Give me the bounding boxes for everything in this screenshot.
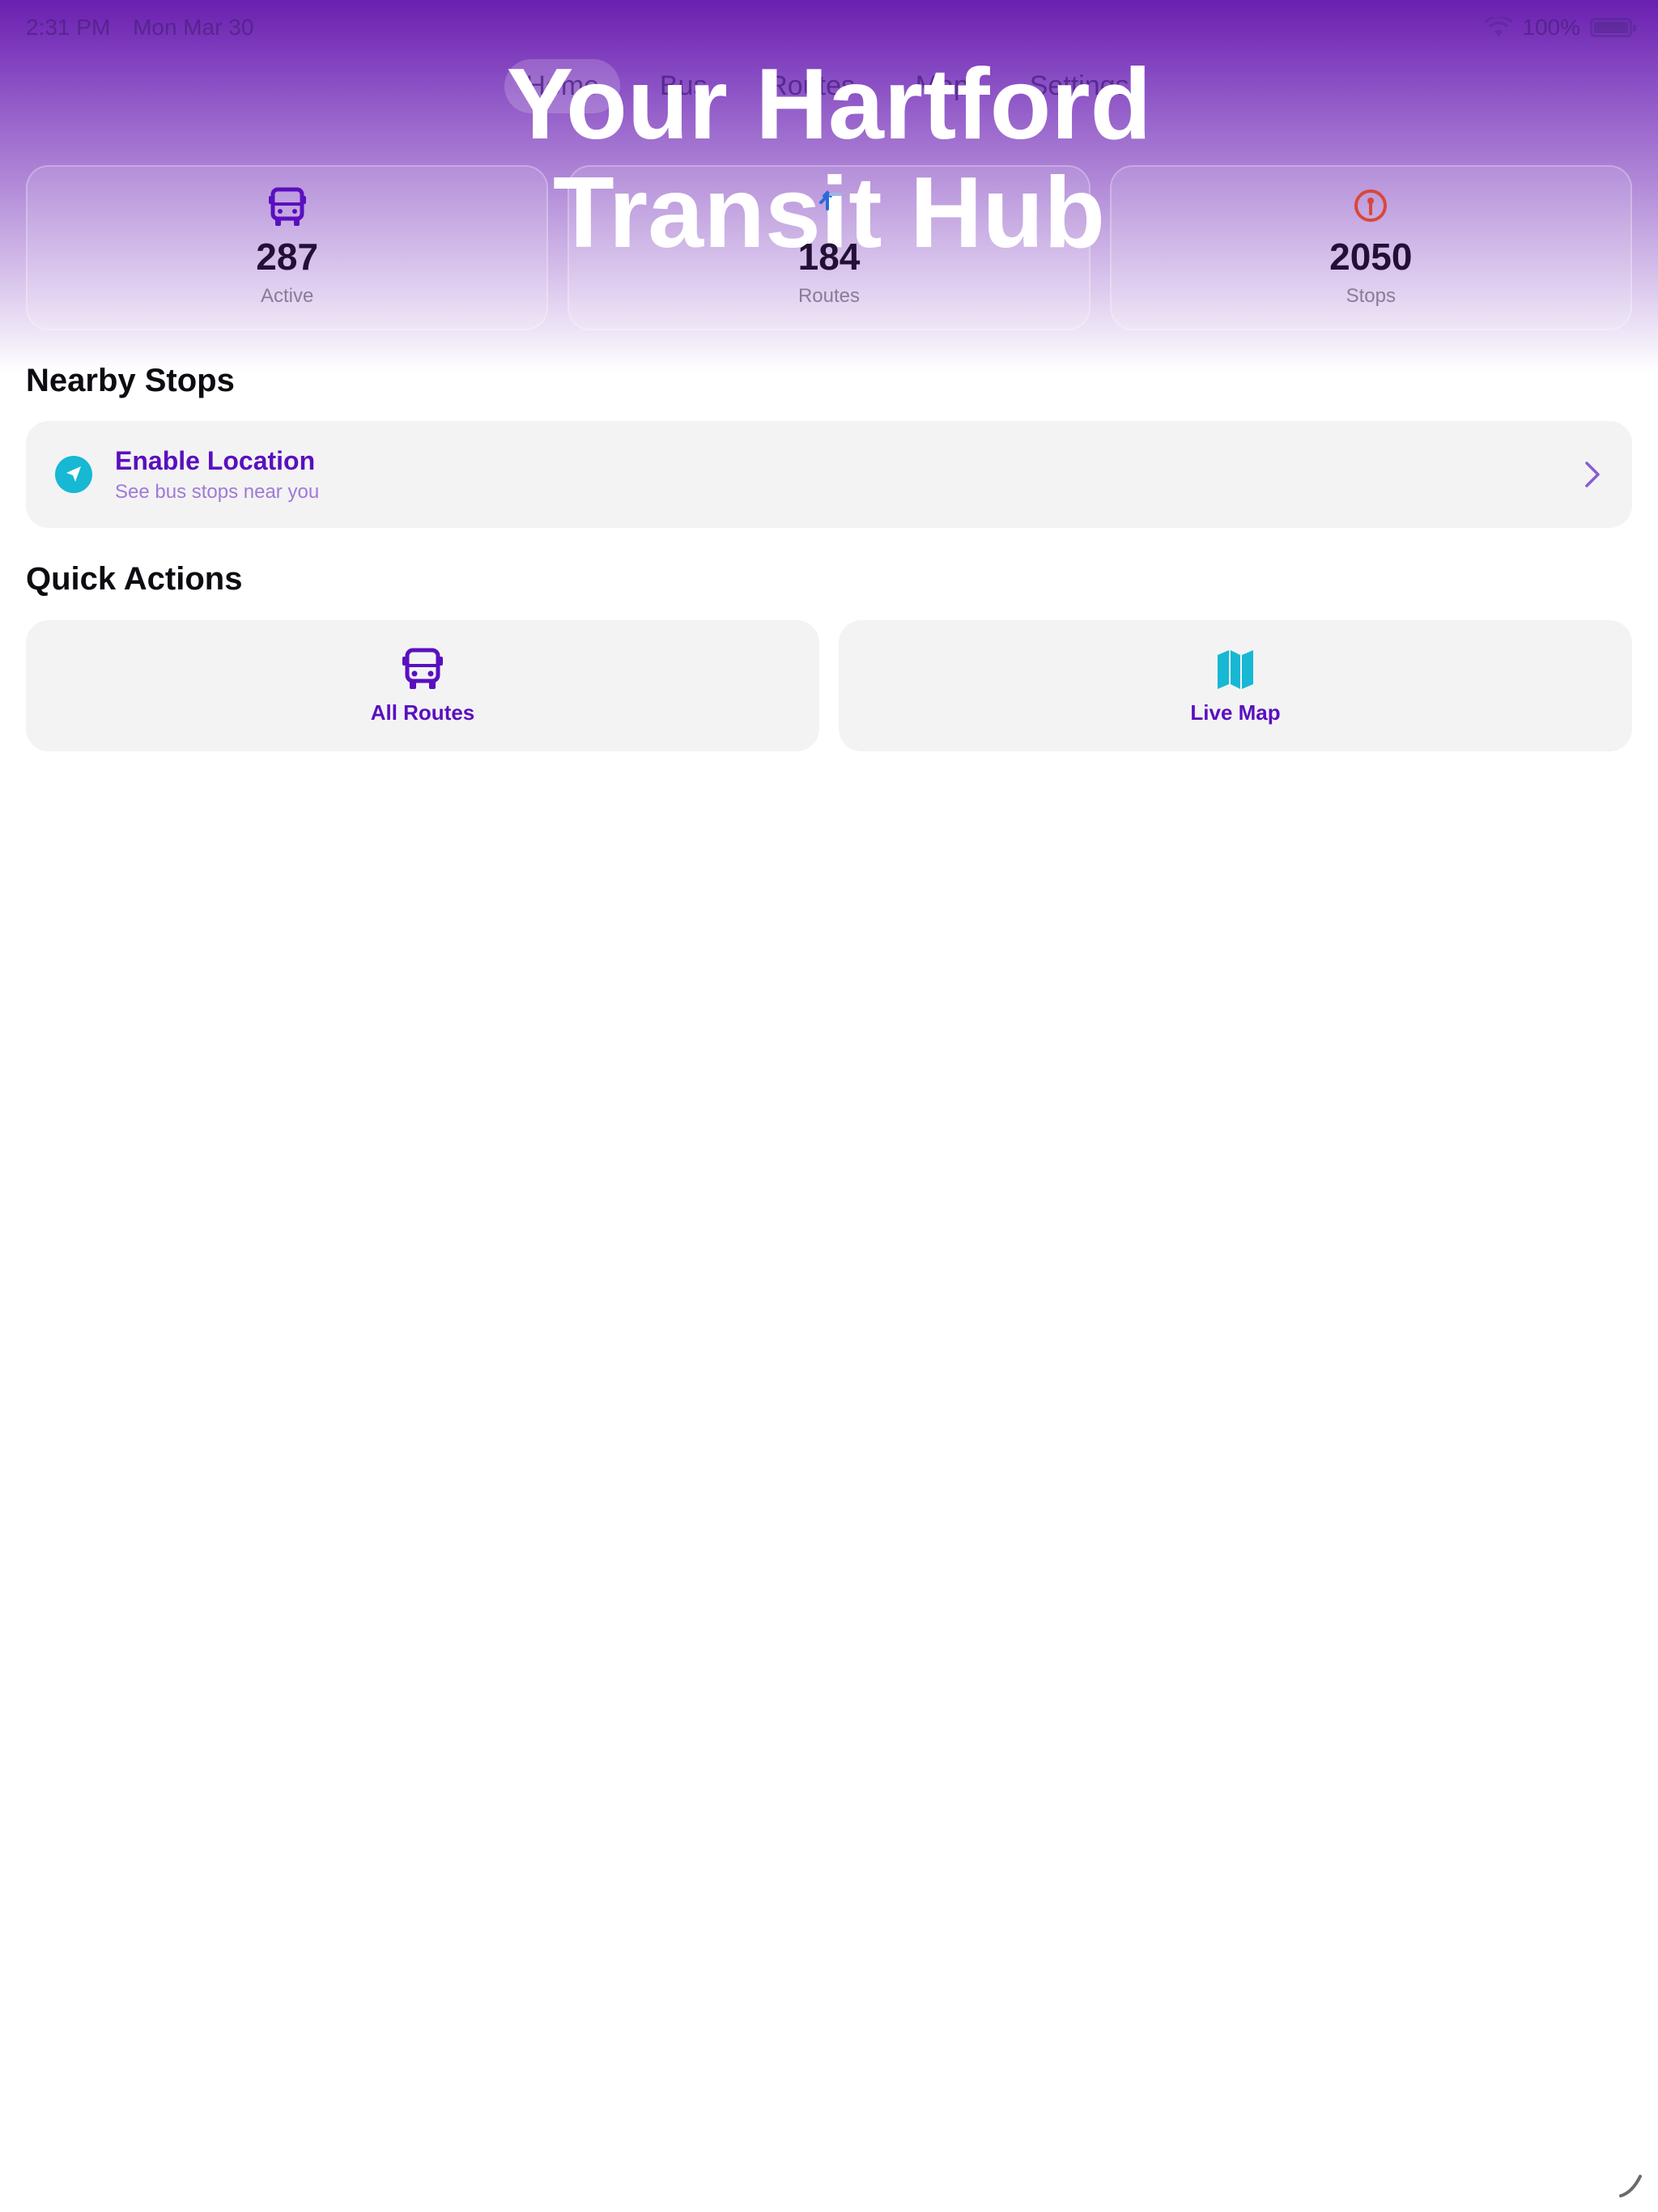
quick-actions-title: Quick Actions: [26, 561, 243, 597]
corner-grip-icon: [1619, 2175, 1642, 2197]
stat-card-routes[interactable]: 184 Routes: [568, 165, 1090, 330]
map-icon: [1218, 649, 1253, 689]
status-time: 2:31 PM: [26, 15, 111, 40]
battery-percent: 100%: [1522, 15, 1580, 40]
hero-title-line1: Your Hartford: [506, 49, 1152, 160]
status-bar: 2:31 PM Mon Mar 30 100%: [26, 11, 1636, 44]
stat-label-routes: Routes: [797, 285, 861, 307]
status-right: 100%: [1485, 15, 1636, 40]
stat-value-stops: 2050: [1329, 236, 1413, 278]
status-left: 2:31 PM Mon Mar 30: [26, 15, 270, 40]
enable-location-title: Enable Location: [115, 445, 316, 475]
wifi-icon: [1485, 17, 1513, 36]
stat-value-active: 287: [256, 236, 319, 278]
bus-icon: [402, 648, 443, 689]
live-map-label: Live Map: [1190, 700, 1281, 725]
nearby-stops-title: Nearby Stops: [26, 363, 235, 398]
enable-location-card[interactable]: Enable Location See bus stops near you: [26, 421, 1632, 528]
battery-icon: [1590, 18, 1636, 37]
chevron-right-icon: [1585, 462, 1600, 487]
location-arrow-icon: [55, 456, 92, 493]
enable-location-text: Enable Location See bus stops near you: [115, 446, 1580, 504]
all-routes-label: All Routes: [370, 700, 475, 725]
pin-icon: [1354, 189, 1388, 222]
live-map-button[interactable]: Live Map: [839, 620, 1632, 751]
stat-label-stops: Stops: [1346, 285, 1396, 307]
stat-label-active: Active: [260, 285, 314, 307]
stats-row: 287 Active 184 Routes 2050 Stops: [26, 165, 1632, 330]
stat-card-active[interactable]: 287 Active: [26, 165, 549, 330]
stat-card-stops[interactable]: 2050 Stops: [1109, 165, 1632, 330]
enable-location-subtitle: See bus stops near you: [115, 480, 320, 503]
stat-value-routes: 184: [797, 236, 861, 278]
all-routes-button[interactable]: All Routes: [26, 620, 819, 751]
quick-actions-row: All Routes Live Map: [26, 620, 1632, 751]
route-icon: [818, 190, 842, 211]
bus-icon: [268, 187, 306, 226]
status-date: Mon Mar 30: [133, 15, 254, 40]
